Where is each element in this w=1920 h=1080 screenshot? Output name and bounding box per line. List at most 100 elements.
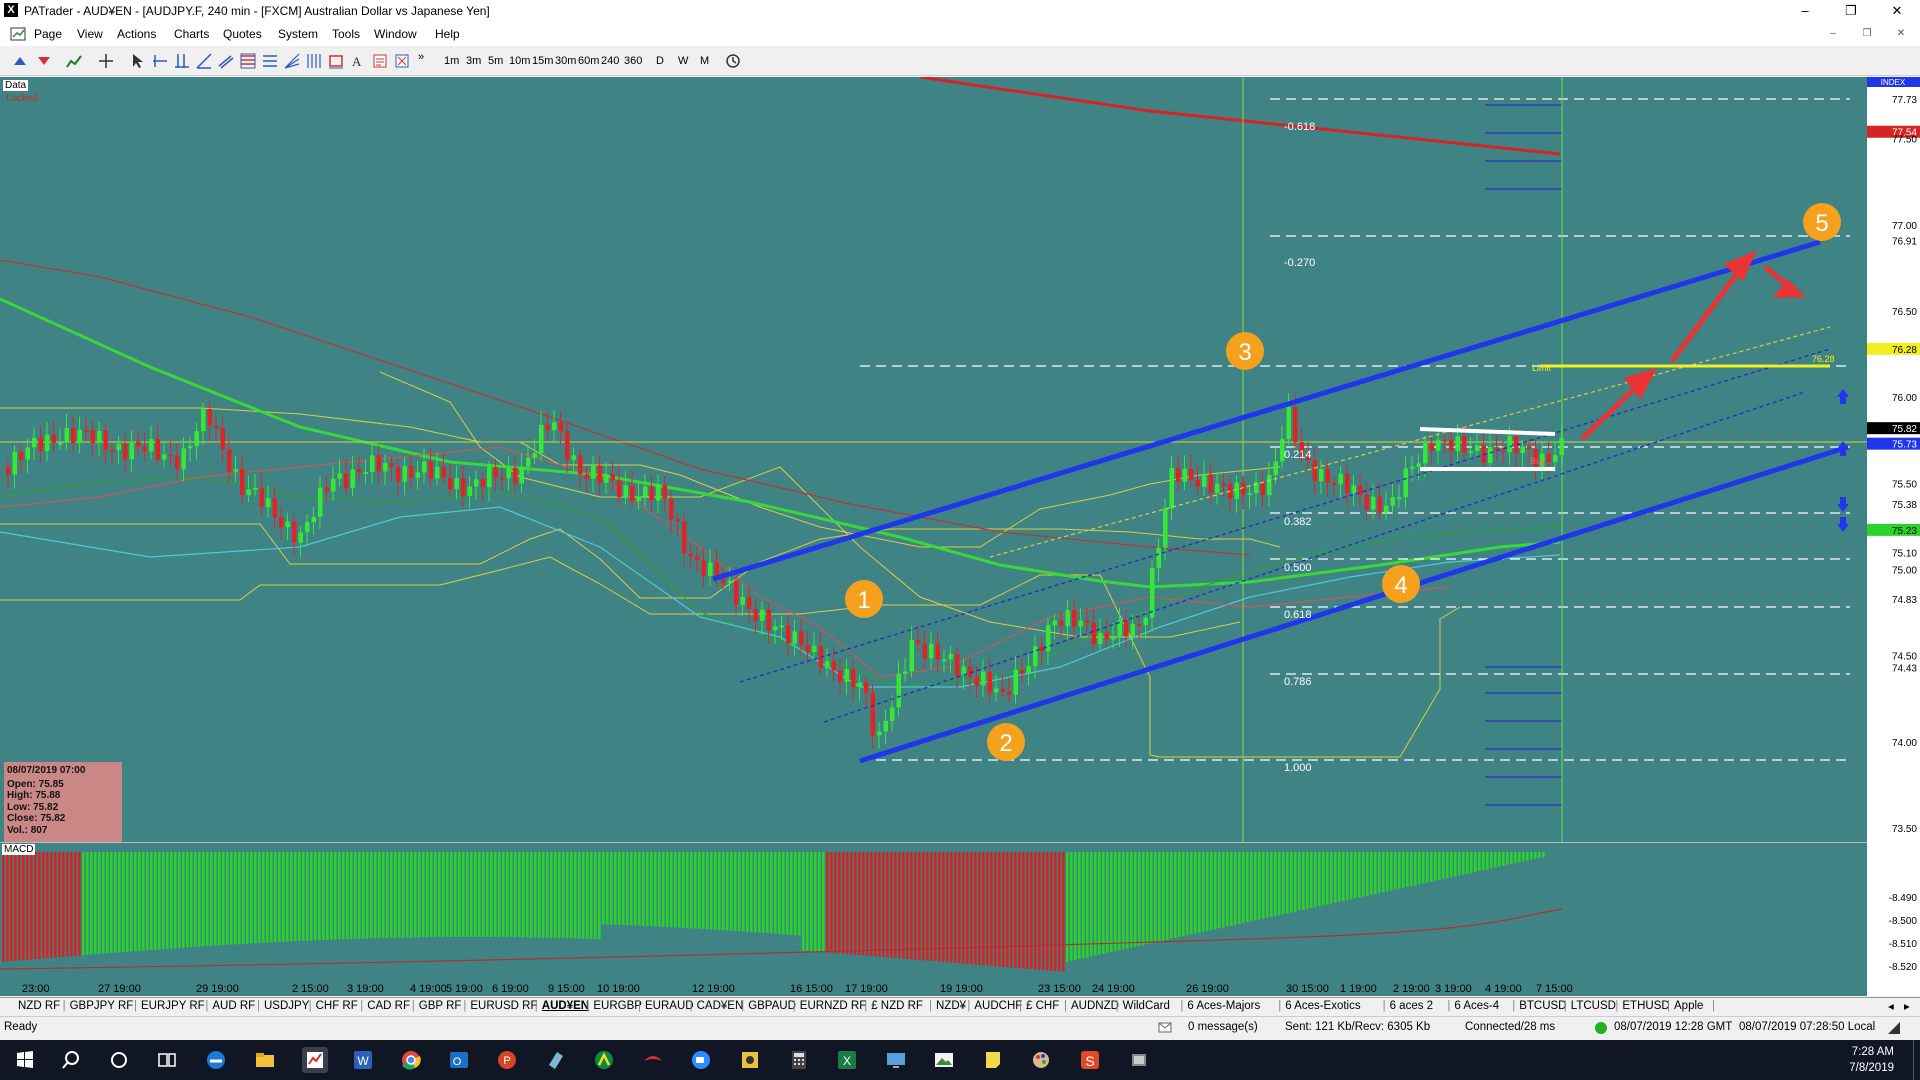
- sticky-notes-icon[interactable]: [980, 1047, 1006, 1073]
- symbol-tab[interactable]: AUDCHF: [974, 1000, 1022, 1012]
- menu-window[interactable]: Window: [374, 27, 417, 41]
- menu-system[interactable]: System: [278, 27, 318, 41]
- tf-10m[interactable]: 10m: [509, 55, 530, 67]
- sell-order-icon[interactable]: [36, 53, 52, 69]
- horizontal-line-icon[interactable]: [152, 53, 168, 69]
- symbol-tab[interactable]: EURJPY RF: [141, 1000, 205, 1012]
- taskbar-clock[interactable]: 7:28 AM 7/8/2019: [1849, 1044, 1894, 1076]
- symbol-tab[interactable]: £ NZD RF: [871, 1000, 923, 1012]
- fan-icon[interactable]: [284, 53, 300, 69]
- outlook-icon[interactable]: O: [446, 1047, 472, 1073]
- symbol-tab[interactable]: CAD RF: [367, 1000, 410, 1012]
- rectangle-icon[interactable]: [328, 53, 344, 69]
- menu-quotes[interactable]: Quotes: [223, 27, 262, 41]
- symbol-tab[interactable]: Apple: [1674, 1000, 1703, 1012]
- media-app-icon[interactable]: [737, 1047, 763, 1073]
- powerpoint-icon[interactable]: P: [494, 1047, 520, 1073]
- tf-3m[interactable]: 3m: [466, 55, 481, 67]
- show-desktop-button[interactable]: [1913, 1040, 1920, 1080]
- menu-actions[interactable]: Actions: [117, 27, 156, 41]
- vertical-line-icon[interactable]: [174, 53, 190, 69]
- text-icon[interactable]: A: [350, 53, 366, 69]
- symbol-tab[interactable]: 6 aces 2: [1390, 1000, 1433, 1012]
- symbol-tab[interactable]: WildCard: [1123, 1000, 1170, 1012]
- tabs-scroll-right-icon[interactable]: ▸: [1904, 999, 1910, 1013]
- chart-area[interactable]: -0.618 -0.270 0.214 0.382 0.500 0.618 0.…: [0, 77, 1920, 996]
- zoom-icon[interactable]: [688, 1047, 714, 1073]
- channel-icon[interactable]: [218, 53, 234, 69]
- fib-extension-icon[interactable]: [262, 53, 278, 69]
- menu-tools[interactable]: Tools: [332, 27, 360, 41]
- tf-30m[interactable]: 30m: [555, 55, 576, 67]
- notes-app-icon[interactable]: [543, 1047, 569, 1073]
- price-chart[interactable]: -0.618 -0.270 0.214 0.382 0.500 0.618 0.…: [0, 77, 1867, 996]
- symbol-tab[interactable]: 6 Aces-Exotics: [1285, 1000, 1360, 1012]
- tf-240[interactable]: 240: [601, 55, 619, 67]
- price-axis[interactable]: INDEX 77.73 77.54 77.50 77.00 76.91 76.50 76.2…: [1867, 77, 1920, 996]
- symbol-tab[interactable]: AUDNZD: [1071, 1000, 1119, 1012]
- clock-icon[interactable]: [725, 53, 741, 69]
- symbol-tab[interactable]: £ CHF: [1026, 1000, 1059, 1012]
- symbol-tab[interactable]: NZD¥: [936, 1000, 966, 1012]
- image-viewer-icon[interactable]: [931, 1047, 957, 1073]
- trading-app-icon[interactable]: [591, 1047, 617, 1073]
- symbol-tab[interactable]: GBPJPY RF: [70, 1000, 134, 1012]
- symbol-tab[interactable]: GBP RF: [419, 1000, 462, 1012]
- calculator-icon[interactable]: [786, 1047, 812, 1073]
- remote-desktop-icon[interactable]: [883, 1047, 909, 1073]
- file-explorer-icon[interactable]: [252, 1047, 278, 1073]
- windows-start-icon[interactable]: [12, 1047, 38, 1073]
- tf-weekly[interactable]: W: [678, 55, 688, 67]
- bird-app-icon[interactable]: [640, 1047, 666, 1073]
- status-messages[interactable]: 0 message(s): [1188, 1021, 1258, 1033]
- symbol-tab[interactable]: EURGBP: [593, 1000, 642, 1012]
- edge-browser-icon[interactable]: [203, 1047, 229, 1073]
- tf-15m[interactable]: 15m: [532, 55, 553, 67]
- mdi-minimize-icon[interactable]: –: [1824, 28, 1842, 42]
- symbol-tab[interactable]: 6 Aces-Majors: [1187, 1000, 1260, 1012]
- close-button[interactable]: ✕: [1882, 2, 1912, 20]
- buy-order-icon[interactable]: [12, 53, 28, 69]
- task-view-icon[interactable]: [154, 1047, 180, 1073]
- symbol-tab[interactable]: GBPAUD: [748, 1000, 796, 1012]
- search-icon[interactable]: [58, 1047, 84, 1073]
- delete-drawings-icon[interactable]: [394, 53, 410, 69]
- minimize-button[interactable]: –: [1790, 2, 1820, 20]
- menu-help[interactable]: Help: [435, 27, 460, 41]
- symbol-tab[interactable]: EURUSD RF: [470, 1000, 537, 1012]
- chrome-icon[interactable]: [398, 1047, 424, 1073]
- tabs-scroll-left-icon[interactable]: ◂: [1888, 999, 1894, 1013]
- tf-60m[interactable]: 60m: [578, 55, 599, 67]
- symbol-tab[interactable]: AUD¥EN: [542, 1000, 589, 1012]
- symbol-tab[interactable]: 6 Aces-4: [1454, 1000, 1499, 1012]
- mdi-close-icon[interactable]: ✕: [1892, 28, 1910, 42]
- symbol-tab[interactable]: CHF RF: [316, 1000, 358, 1012]
- symbol-tab[interactable]: BTCUSD: [1519, 1000, 1566, 1012]
- paint-icon[interactable]: [1028, 1047, 1054, 1073]
- snagit-icon[interactable]: S: [1077, 1047, 1103, 1073]
- symbol-tab[interactable]: CAD¥EN: [697, 1000, 744, 1012]
- note-icon[interactable]: [372, 53, 388, 69]
- crosshair-icon[interactable]: [98, 53, 114, 69]
- symbol-tab[interactable]: EURAUD: [645, 1000, 694, 1012]
- patrader-app-icon[interactable]: [302, 1047, 328, 1073]
- symbol-tab[interactable]: LTCUSD: [1571, 1000, 1616, 1012]
- word-icon[interactable]: W: [350, 1047, 376, 1073]
- mdi-restore-icon[interactable]: ❐: [1858, 28, 1876, 42]
- cycle-lines-icon[interactable]: [306, 53, 322, 69]
- tf-daily[interactable]: D: [656, 55, 664, 67]
- toolbar-overflow-icon[interactable]: »: [418, 51, 424, 63]
- symbol-tab[interactable]: EURNZD RF: [800, 1000, 866, 1012]
- message-icon[interactable]: [1158, 1022, 1172, 1033]
- tf-360[interactable]: 360: [624, 55, 642, 67]
- excel-icon[interactable]: X: [834, 1047, 860, 1073]
- trend-line-icon[interactable]: [196, 53, 212, 69]
- menu-view[interactable]: View: [77, 27, 103, 41]
- tf-monthly[interactable]: M: [700, 55, 709, 67]
- symbol-tab[interactable]: NZD RF: [18, 1000, 60, 1012]
- symbol-tab[interactable]: AUD RF: [212, 1000, 255, 1012]
- misc-app-icon[interactable]: [1126, 1047, 1152, 1073]
- menu-charts[interactable]: Charts: [174, 27, 209, 41]
- fibonacci-icon[interactable]: [240, 53, 256, 69]
- menu-page[interactable]: Page: [34, 27, 62, 41]
